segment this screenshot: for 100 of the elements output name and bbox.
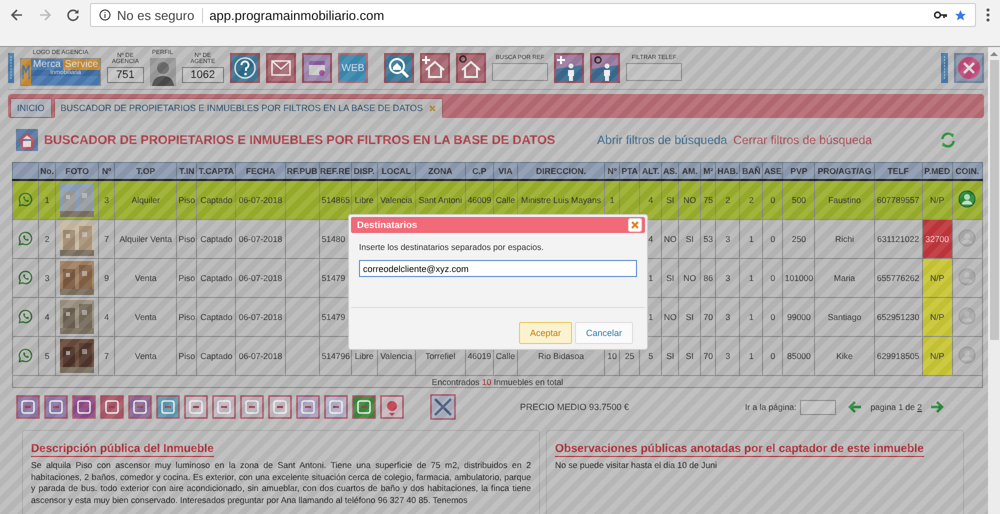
action-icon[interactable] [100, 395, 124, 419]
table-cell: 3 [716, 258, 740, 298]
go-to-page-label: Ir a la página: [744, 402, 796, 412]
recipients-field[interactable]: correodelcliente@xyz.com [359, 260, 637, 277]
table-cell[interactable]: 5 [38, 336, 56, 376]
column-header: ALT. [640, 162, 662, 180]
tab[interactable]: BUSCADOR DE PROPIETARIOS E INMUEBLES POR FILTROS EN LA BASE DE DATOS [54, 98, 443, 118]
menu-icon[interactable] [986, 8, 990, 22]
page-field[interactable] [800, 400, 836, 414]
table-cell: Kike [814, 336, 874, 376]
action-icon[interactable] [296, 395, 320, 419]
scroll-up-icon[interactable] [990, 51, 998, 57]
table-cell[interactable]: 1 [38, 180, 56, 220]
table-cell: 70 [700, 336, 716, 376]
action-icon[interactable] [128, 395, 152, 419]
agent-number: 1062 [182, 67, 224, 83]
average-price-cell: N/P [922, 180, 952, 220]
whatsapp-icon[interactable] [18, 192, 34, 206]
action-icon[interactable] [352, 395, 376, 419]
table-cell: Piso [176, 180, 197, 220]
table-cell: SI [678, 336, 701, 376]
side-tab-icon[interactable] [8, 53, 14, 83]
table-cell: Venta [114, 336, 177, 376]
action-icon[interactable] [72, 395, 96, 419]
web-button[interactable]: WEB [338, 53, 368, 83]
table-cell[interactable]: 2 [38, 220, 56, 258]
table-cell: 3 [716, 298, 740, 336]
column-header: PVP [782, 162, 815, 180]
column-header: T.IN [176, 162, 197, 180]
action-icon[interactable] [156, 395, 180, 419]
whatsapp-icon[interactable] [18, 270, 34, 284]
agenda-icon[interactable] [302, 53, 332, 83]
table-cell: 9 [98, 258, 115, 298]
action-icon[interactable] [240, 395, 264, 419]
action-icon[interactable] [268, 395, 292, 419]
side-tab-icon[interactable] [941, 53, 948, 83]
table-cell: 0 [762, 180, 783, 220]
back-icon[interactable] [10, 8, 24, 22]
table-cell: 0 [762, 258, 783, 298]
action-icon[interactable] [212, 395, 236, 419]
search-house-icon[interactable] [384, 53, 414, 83]
mail-icon[interactable] [266, 53, 296, 83]
table-cell: SI [662, 180, 679, 220]
table-cell: 655776262 [874, 258, 922, 298]
action-icon[interactable] [16, 395, 40, 419]
phone-filter-field[interactable] [626, 63, 682, 81]
table-cell: 06-07-2018 [236, 258, 286, 298]
profile-avatar[interactable] [150, 58, 176, 86]
table-cell: 101000 [782, 258, 815, 298]
cancel-button[interactable]: Cancelar [574, 322, 633, 344]
table-cell: Piso [176, 298, 197, 336]
action-icon[interactable] [184, 395, 208, 419]
accept-button[interactable]: Aceptar [518, 322, 572, 344]
table-cell: SI [662, 336, 679, 376]
column-header: VIA [493, 162, 518, 180]
reload-icon[interactable] [66, 8, 80, 22]
table-cell[interactable]: 3 [38, 258, 56, 298]
action-icon[interactable] [324, 395, 348, 419]
close-icon[interactable] [954, 53, 984, 83]
table-cell: Captado [196, 220, 236, 258]
tab[interactable]: INICIO [10, 98, 52, 118]
column-header: No. [38, 162, 56, 180]
table-cell: 3 [98, 180, 115, 220]
whatsapp-icon[interactable] [18, 348, 34, 362]
table-cell: 1 [740, 220, 763, 258]
scrollbar-thumb[interactable] [990, 60, 998, 340]
previous-page-icon[interactable] [848, 401, 862, 413]
search-person-icon[interactable] [590, 53, 620, 83]
delete-icon[interactable] [430, 394, 456, 420]
add-person-icon[interactable] [554, 53, 584, 83]
help-icon[interactable] [230, 53, 260, 83]
column-header: ZONA [415, 162, 466, 180]
page-title: BUSCADOR DE PROPIETARIOS E INMUEBLES POR FILTROS EN LA BASE DE DATOS [44, 133, 556, 147]
column-header: BAÑ [740, 162, 763, 180]
action-icon[interactable] [44, 395, 68, 419]
table-cell[interactable]: 4 [38, 298, 56, 336]
find-house-icon[interactable] [456, 53, 486, 83]
column-header: C.P [465, 162, 494, 180]
column-header: T.OP [114, 162, 177, 180]
table-cell: Captado [196, 298, 236, 336]
table-cell: 06-07-2018 [236, 298, 286, 336]
ref-search-field[interactable] [492, 63, 548, 81]
average-price-cell: N/P [922, 258, 952, 298]
whatsapp-icon[interactable] [18, 230, 34, 246]
star-icon[interactable] [954, 8, 967, 22]
match-user-icon[interactable] [958, 190, 976, 208]
whatsapp-icon[interactable] [18, 308, 34, 324]
key-icon[interactable] [934, 10, 948, 20]
refresh-icon[interactable] [940, 132, 956, 148]
table-cell: 06-07-2018 [236, 336, 286, 376]
next-page-icon[interactable] [930, 401, 944, 413]
table-cell: 53 [700, 220, 716, 258]
info-icon[interactable] [99, 9, 111, 21]
close-filters-link[interactable]: Cerrar filtros de búsqueda [733, 133, 872, 147]
add-house-icon[interactable] [420, 53, 450, 83]
column-header: T.CAPTA [196, 162, 236, 180]
record-icon[interactable] [380, 395, 404, 419]
open-filters-link[interactable]: Abrir filtros de búsqueda [597, 133, 728, 147]
last-page-link[interactable]: 2 [917, 402, 922, 412]
address-bar[interactable]: No es seguro app.programainmobiliario.com [90, 3, 976, 27]
